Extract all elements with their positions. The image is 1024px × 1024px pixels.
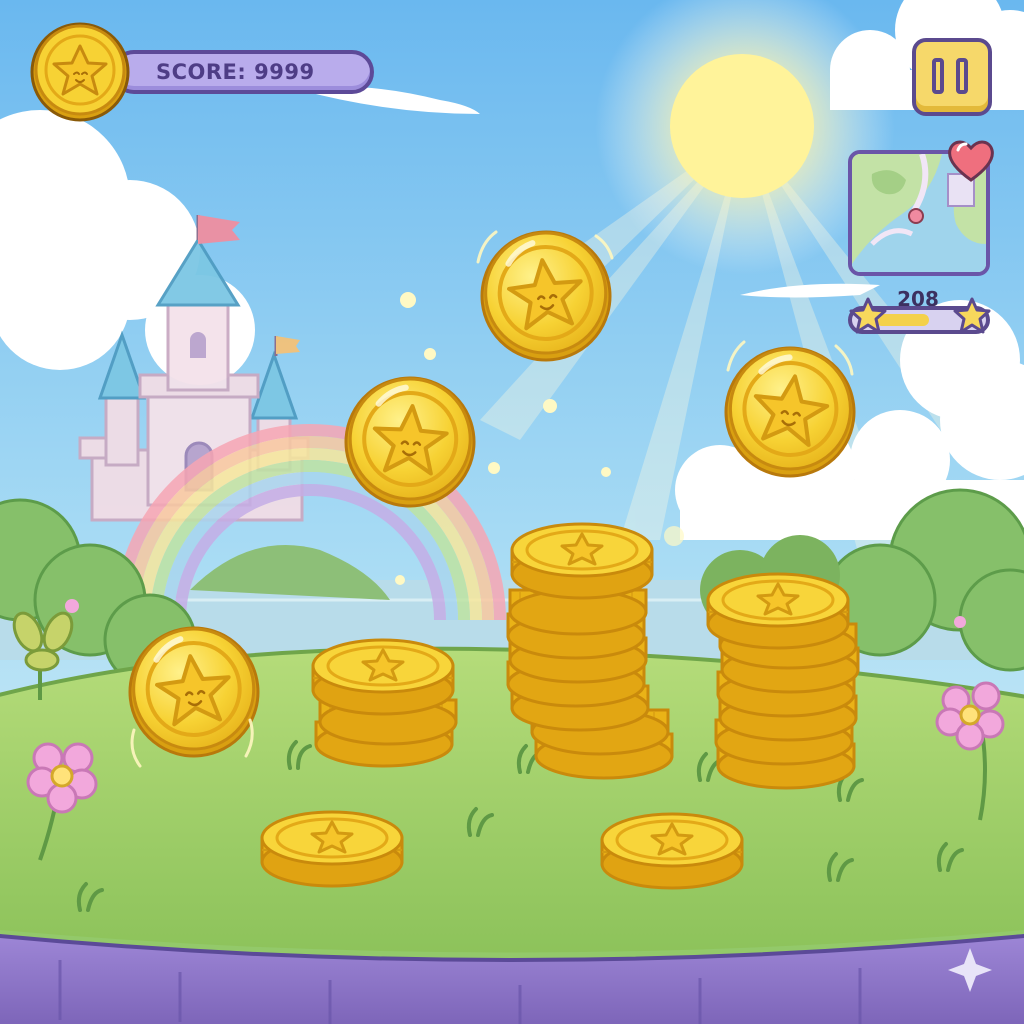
score-label: SCORE: 9999 [156, 60, 315, 84]
star-icon [848, 296, 888, 336]
ground-coin-left [260, 810, 404, 888]
heart-icon [946, 136, 996, 184]
pause-button[interactable] [912, 38, 992, 116]
star-coin-icon [30, 22, 130, 122]
ground-coin-right [600, 812, 744, 890]
star-icon [952, 296, 992, 336]
coin-stack-left [311, 638, 458, 768]
score-bar: SCORE: 9999 [112, 50, 374, 94]
coin-stack-right [706, 572, 860, 790]
